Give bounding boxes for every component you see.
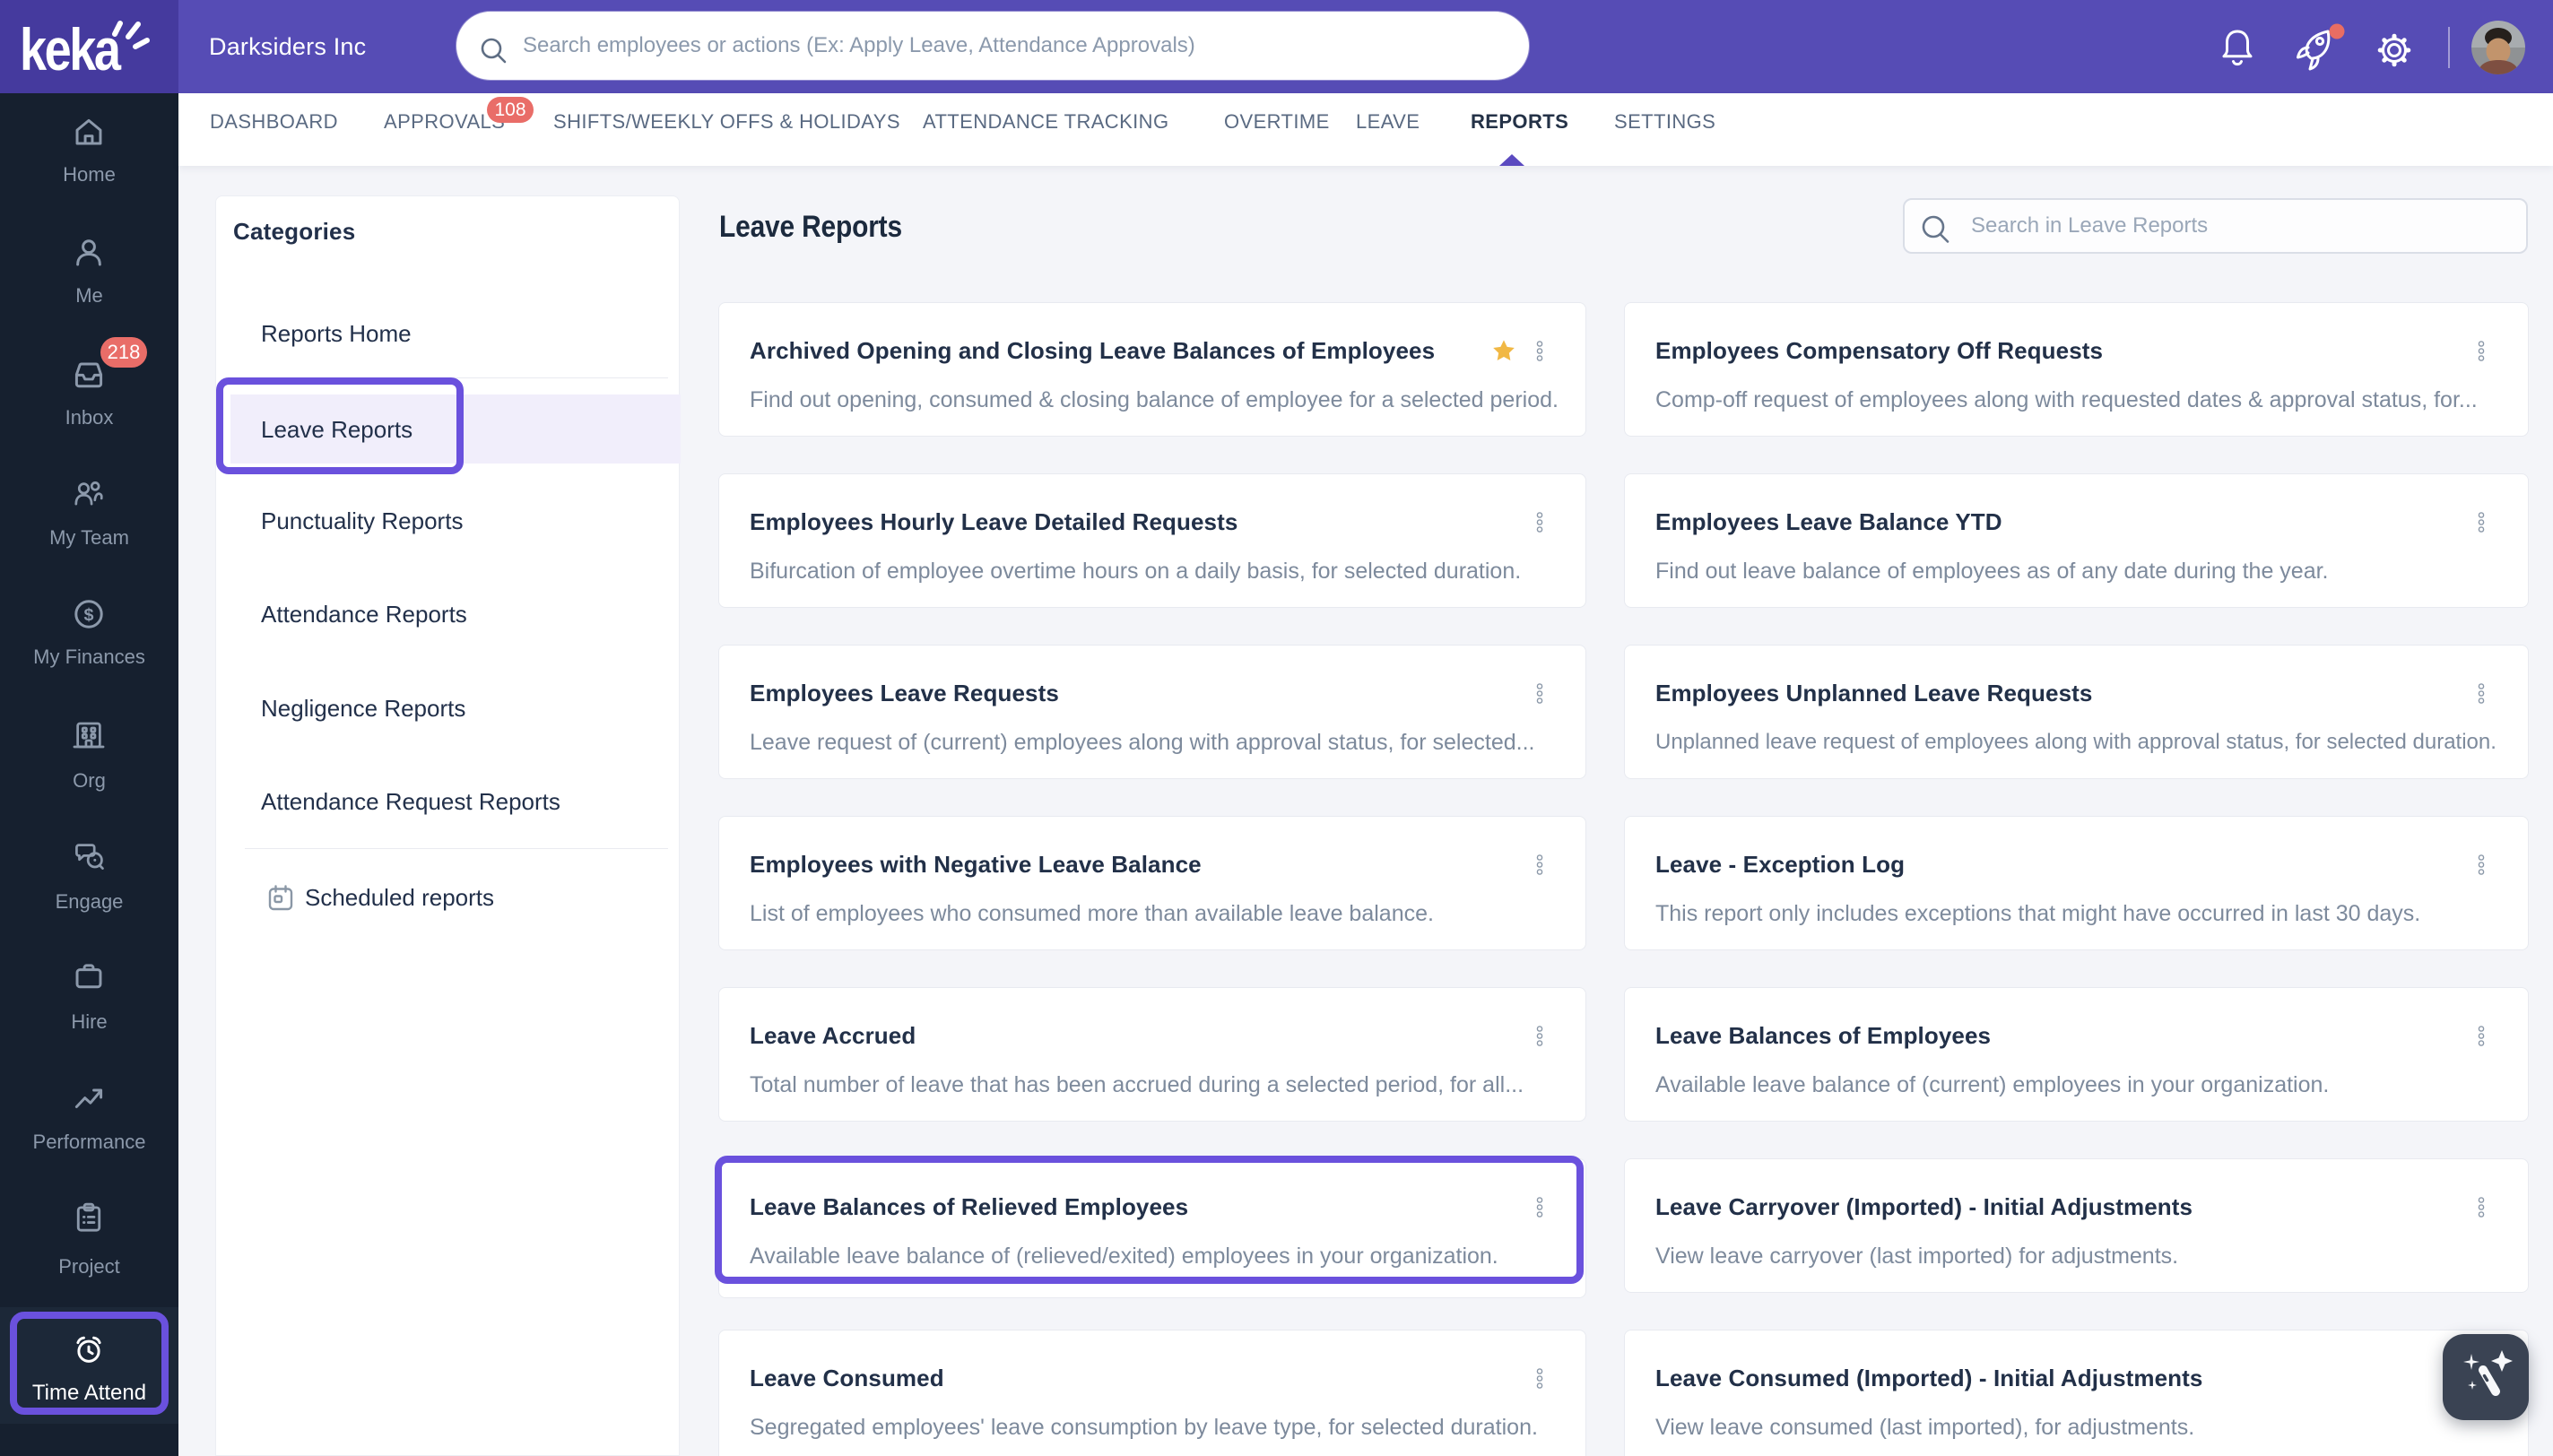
svg-text:keka: keka (20, 16, 121, 82)
svg-text:$: $ (84, 605, 94, 625)
